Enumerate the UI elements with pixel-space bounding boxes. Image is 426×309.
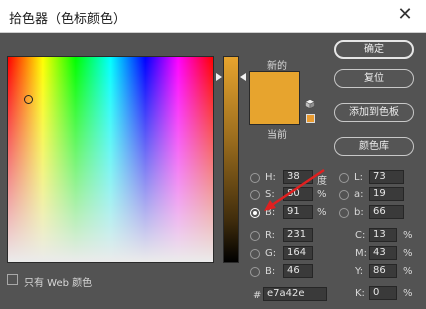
k-unit: % — [403, 288, 413, 299]
rgb-b-label: B: — [265, 266, 276, 277]
hex-input[interactable]: e7a42e — [263, 287, 327, 301]
color-field-marker[interactable] — [24, 95, 33, 104]
close-icon[interactable]: ✕ — [394, 4, 416, 26]
b-input[interactable]: 91 — [283, 205, 313, 219]
radio-lab-b[interactable] — [339, 208, 349, 218]
radio-b[interactable] — [250, 208, 260, 218]
radio-a[interactable] — [339, 190, 349, 200]
m-unit: % — [403, 248, 413, 259]
y-unit: % — [403, 266, 413, 277]
lab-b-label: b: — [354, 207, 364, 218]
new-color-label: 新的 — [267, 61, 287, 72]
h-input[interactable]: 38 — [283, 170, 313, 184]
s-label: S: — [265, 189, 275, 200]
color-field[interactable] — [7, 56, 214, 263]
r-input[interactable]: 231 — [283, 228, 313, 242]
websafe-color-swatch[interactable] — [306, 114, 315, 123]
color-slider[interactable] — [223, 56, 239, 263]
radio-rgb-b[interactable] — [250, 267, 260, 277]
l-label: L: — [354, 172, 363, 183]
r-label: R: — [265, 230, 276, 241]
h-label: H: — [265, 172, 276, 183]
color-slider-gradient[interactable] — [224, 57, 238, 262]
radio-h[interactable] — [250, 173, 260, 183]
add-to-swatches-button[interactable]: 添加到色板 — [334, 103, 414, 122]
h-unit: 度 — [317, 176, 327, 187]
c-input[interactable]: 13 — [369, 228, 397, 242]
radio-s[interactable] — [250, 190, 260, 200]
reset-button[interactable]: 复位 — [334, 69, 414, 88]
c-label: C: — [355, 230, 366, 241]
a-input[interactable]: 19 — [369, 187, 404, 201]
s-unit: % — [317, 189, 327, 200]
c-unit: % — [403, 230, 413, 241]
y-label: Y: — [355, 266, 364, 277]
color-field-gradient[interactable] — [8, 57, 213, 262]
b-unit: % — [317, 207, 327, 218]
g-input[interactable]: 164 — [283, 246, 313, 260]
y-input[interactable]: 86 — [369, 264, 397, 278]
rgb-b-input[interactable]: 46 — [283, 264, 313, 278]
b-label: B: — [265, 207, 276, 218]
m-label: M: — [355, 248, 367, 259]
slider-left-arrow-icon[interactable] — [216, 73, 222, 81]
web-only-label: 只有 Web 颜色 — [24, 278, 93, 289]
l-input[interactable]: 73 — [369, 170, 404, 184]
k-label: K: — [355, 288, 365, 299]
current-color-label: 当前 — [267, 130, 287, 141]
a-label: a: — [354, 189, 364, 200]
s-input[interactable]: 80 — [283, 187, 313, 201]
print-gamut-cube-icon[interactable] — [305, 99, 315, 109]
g-label: G: — [265, 248, 277, 259]
radio-l[interactable] — [339, 173, 349, 183]
k-input[interactable]: 0 — [369, 286, 397, 300]
radio-g[interactable] — [250, 249, 260, 259]
radio-r[interactable] — [250, 231, 260, 241]
slider-right-arrow-icon[interactable] — [240, 73, 246, 81]
title-bar: 拾色器（色标颜色） ✕ — [0, 0, 426, 33]
m-input[interactable]: 43 — [369, 246, 397, 260]
lab-b-input[interactable]: 66 — [369, 205, 404, 219]
hex-label: # — [253, 290, 262, 301]
color-swatch — [249, 71, 300, 125]
ok-button[interactable]: 确定 — [334, 40, 414, 59]
color-libraries-button[interactable]: 颜色库 — [334, 137, 414, 156]
web-only-checkbox[interactable] — [7, 274, 18, 285]
window-title: 拾色器（色标颜色） — [9, 12, 127, 27]
